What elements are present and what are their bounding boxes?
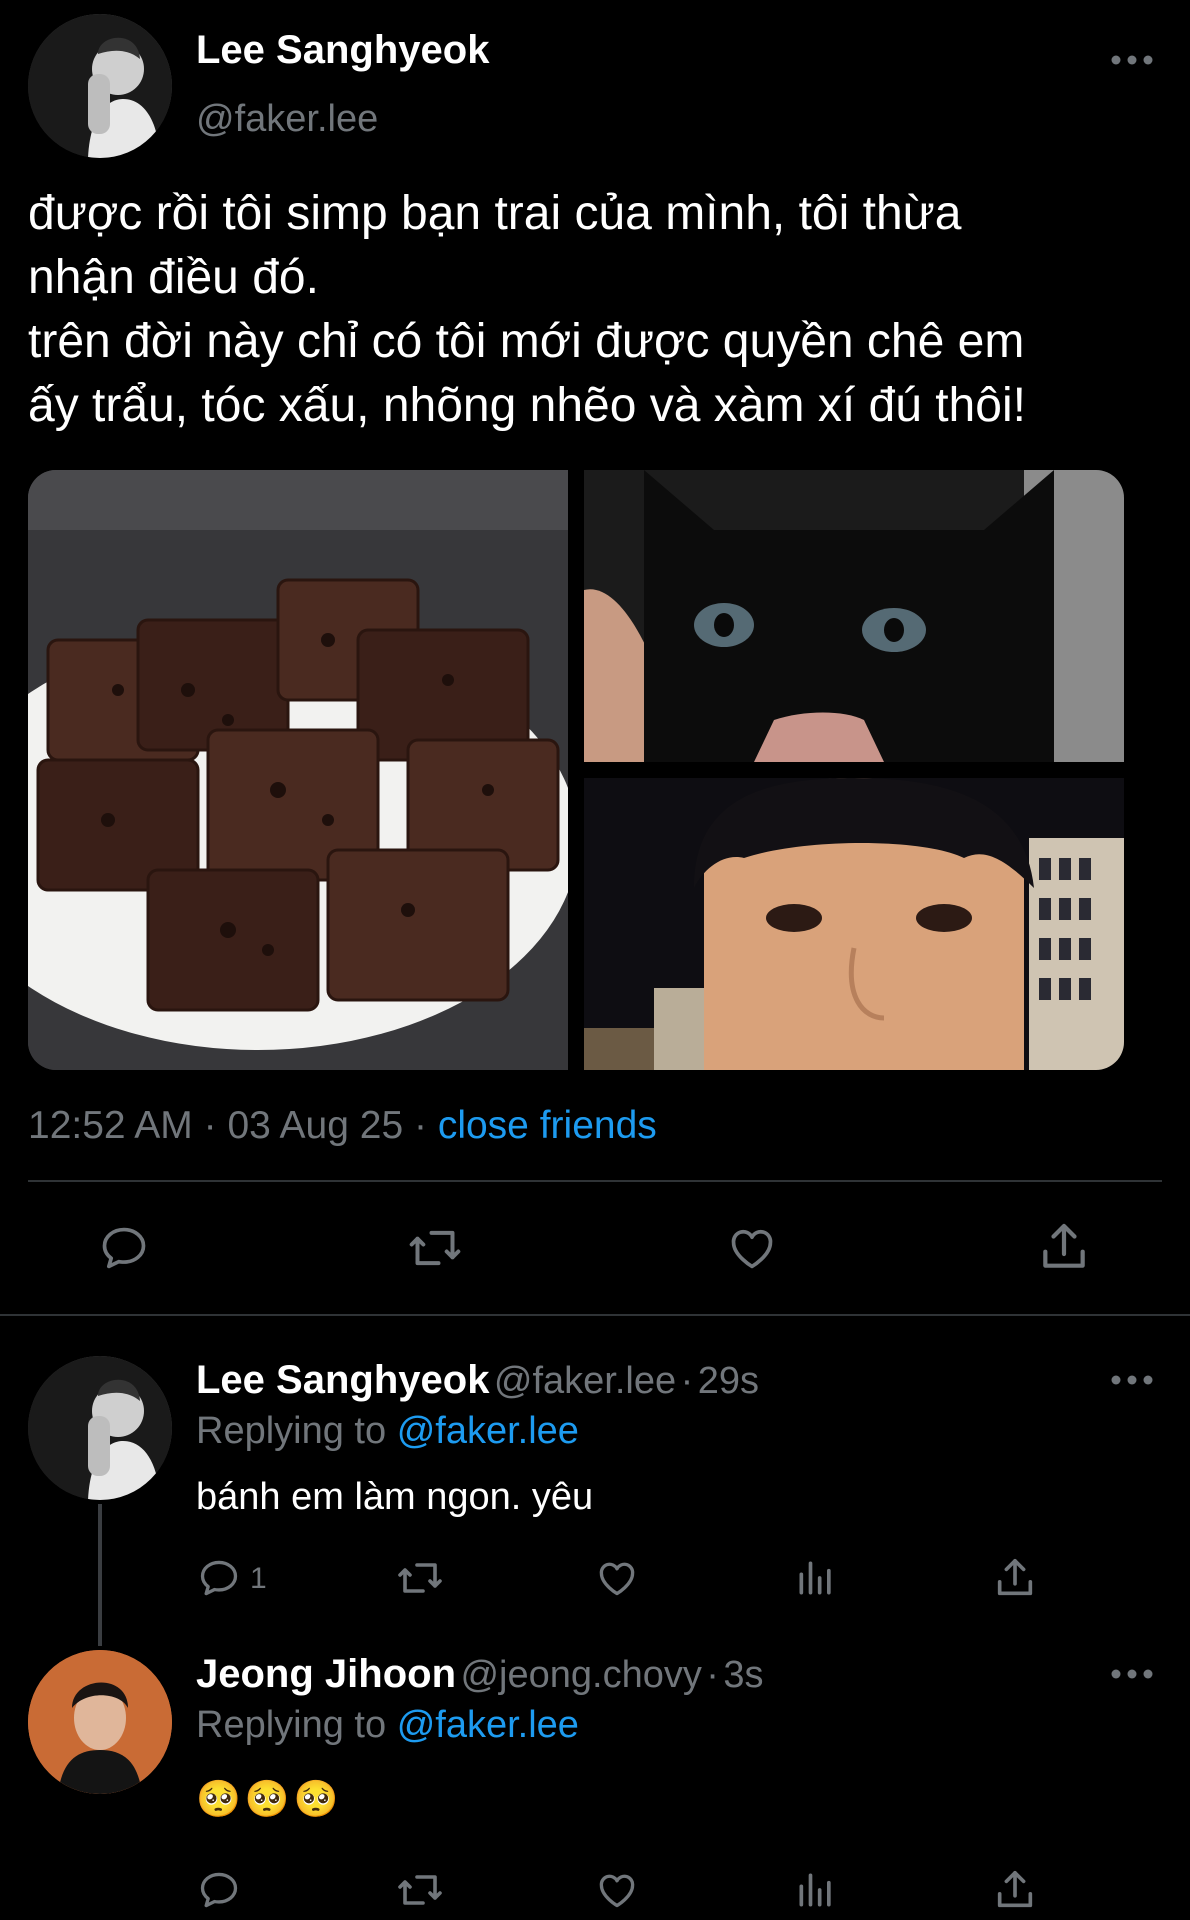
reply-avatar[interactable]	[28, 1650, 172, 1794]
reply-icon[interactable]	[96, 1222, 152, 1274]
black-kitten-photo[interactable]	[584, 470, 1124, 762]
analytics-icon[interactable]	[794, 1556, 838, 1600]
reply-icon[interactable]	[196, 1868, 242, 1912]
share-icon[interactable]	[992, 1554, 1038, 1602]
reply-author-name[interactable]: Lee Sanghyeok	[196, 1358, 489, 1402]
meta-separator: ·	[413, 1104, 427, 1147]
more-horizontal-icon[interactable]	[1108, 46, 1156, 74]
replying-to-link[interactable]: @faker.lee	[397, 1704, 579, 1746]
reply-icon[interactable]	[196, 1556, 242, 1600]
replying-to: Replying to @faker.lee	[196, 1410, 579, 1453]
reply-count: 1	[250, 1562, 267, 1595]
reply-text: 🥺🥺🥺	[196, 1778, 343, 1819]
media-grid	[28, 470, 1124, 1070]
divider	[28, 1180, 1162, 1182]
like-icon[interactable]	[594, 1868, 640, 1912]
share-icon[interactable]	[1036, 1218, 1092, 1276]
tweet-date: 03 Aug 25	[227, 1104, 404, 1147]
thread-line	[98, 1504, 102, 1646]
audience-link[interactable]: close friends	[438, 1104, 657, 1147]
share-icon[interactable]	[992, 1866, 1038, 1914]
tweet-time: 12:52 AM	[28, 1104, 193, 1147]
reply-age: 3s	[723, 1654, 764, 1696]
more-horizontal-icon[interactable]	[1108, 1660, 1156, 1688]
reply-author-handle[interactable]: @faker.lee	[494, 1360, 676, 1402]
selfie-photo[interactable]	[584, 778, 1124, 1070]
replying-label: Replying to	[196, 1410, 387, 1452]
retweet-icon[interactable]	[394, 1554, 446, 1602]
reply-header: Jeong Jihoon @jeong.chovy · 3s	[196, 1652, 764, 1697]
divider	[0, 1314, 1190, 1316]
brownies-photo[interactable]	[28, 470, 568, 1070]
tweet-text: được rồi tôi simp bạn trai của mình, tôi…	[28, 187, 1026, 432]
reply-age: 29s	[697, 1360, 759, 1402]
meta-separator: ·	[706, 1654, 719, 1696]
meta-separator: ·	[680, 1360, 694, 1402]
reply-author-name[interactable]: Jeong Jihoon	[196, 1652, 456, 1696]
tweet-meta: 12:52 AM · 03 Aug 25 · close friends	[28, 1104, 657, 1148]
retweet-icon[interactable]	[394, 1866, 446, 1914]
like-icon[interactable]	[724, 1222, 780, 1274]
replying-label: Replying to	[196, 1704, 387, 1746]
replying-to: Replying to @faker.lee	[196, 1704, 579, 1747]
retweet-icon[interactable]	[404, 1220, 466, 1276]
author-avatar[interactable]	[28, 14, 172, 158]
more-horizontal-icon[interactable]	[1108, 1366, 1156, 1394]
reply-avatar[interactable]	[28, 1356, 172, 1500]
like-icon[interactable]	[594, 1556, 640, 1600]
author-handle[interactable]: @faker.lee	[196, 98, 378, 141]
replying-to-link[interactable]: @faker.lee	[397, 1410, 579, 1452]
reply-text: bánh em làm ngon. yêu	[196, 1476, 594, 1518]
analytics-icon[interactable]	[794, 1868, 838, 1912]
reply-author-handle[interactable]: @jeong.chovy	[460, 1654, 701, 1696]
meta-separator: ·	[203, 1104, 217, 1147]
reply-header: Lee Sanghyeok @faker.lee · 29s	[196, 1358, 759, 1403]
author-name[interactable]: Lee Sanghyeok	[196, 28, 489, 73]
